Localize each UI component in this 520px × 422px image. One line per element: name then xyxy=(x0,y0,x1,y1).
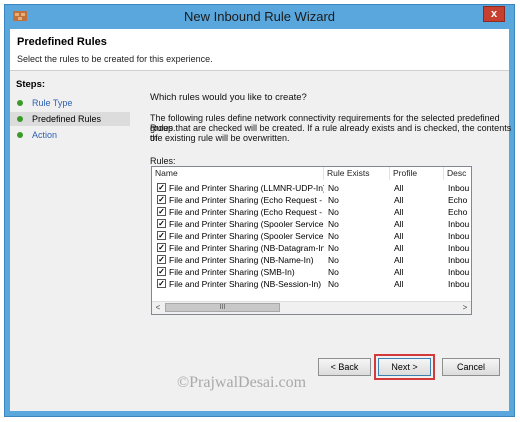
step-label: Rule Type xyxy=(32,98,73,108)
step-bullet-icon xyxy=(17,100,23,106)
steps-panel: Steps: Rule Type Predefined Rules Action xyxy=(10,71,130,411)
rule-name: File and Printer Sharing (NB-Datagram-In… xyxy=(169,243,324,253)
column-header-rule-exists[interactable]: Rule Exists xyxy=(324,167,390,180)
window-title: New Inbound Rule Wizard xyxy=(183,9,336,24)
rule-description: Inbou xyxy=(448,279,470,289)
rule-checkbox[interactable]: ✓ xyxy=(157,183,166,192)
rule-checkbox[interactable]: ✓ xyxy=(157,255,166,264)
next-button[interactable]: Next > xyxy=(378,358,431,376)
step-action[interactable]: Action xyxy=(10,128,130,142)
rule-profile: All xyxy=(394,219,404,229)
rule-exists: No xyxy=(328,219,339,229)
rule-exists: No xyxy=(328,231,339,241)
rule-exists: No xyxy=(328,195,339,205)
rule-profile: All xyxy=(394,279,404,289)
step-bullet-icon xyxy=(17,116,23,122)
table-row[interactable]: ✓ File and Printer Sharing (NB-Datagram-… xyxy=(152,242,471,254)
horizontal-scrollbar[interactable]: < III > xyxy=(152,301,471,314)
rule-checkbox[interactable]: ✓ xyxy=(157,243,166,252)
rule-profile: All xyxy=(394,231,404,241)
table-row[interactable]: ✓ File and Printer Sharing (Echo Request… xyxy=(152,206,471,218)
step-label: Action xyxy=(32,130,58,140)
table-row[interactable]: ✓ File and Printer Sharing (Spooler Serv… xyxy=(152,230,471,242)
rule-checkbox[interactable]: ✓ xyxy=(157,231,166,240)
wizard-window: New Inbound Rule Wizard x Predefined Rul… xyxy=(4,4,515,417)
column-header-profile[interactable]: Profile xyxy=(390,167,444,180)
rule-exists: No xyxy=(328,255,339,265)
table-row[interactable]: ✓ File and Printer Sharing (LLMNR-UDP-In… xyxy=(152,182,471,194)
step-predefined-rules[interactable]: Predefined Rules xyxy=(10,112,130,126)
cancel-button[interactable]: Cancel xyxy=(442,358,500,376)
steps-title: Steps: xyxy=(16,79,46,90)
rule-description: Echo xyxy=(448,195,468,205)
table-row[interactable]: ✓ File and Printer Sharing (Echo Request… xyxy=(152,194,471,206)
rule-exists: No xyxy=(328,243,339,253)
rule-name: File and Printer Sharing (LLMNR-UDP-In) xyxy=(169,183,324,193)
rule-exists: No xyxy=(328,279,339,289)
close-button[interactable]: x xyxy=(483,6,505,22)
rule-checkbox[interactable]: ✓ xyxy=(157,267,166,276)
rule-name: File and Printer Sharing (Spooler Servic… xyxy=(169,231,324,241)
scroll-left-icon[interactable]: < xyxy=(152,302,164,314)
rules-question: Which rules would you like to create? xyxy=(150,92,307,103)
page-header: Predefined Rules Select the rules to be … xyxy=(10,29,509,71)
page-subtitle: Select the rules to be created for this … xyxy=(17,54,213,64)
rule-name: File and Printer Sharing (Echo Request -… xyxy=(169,207,324,217)
rule-name: File and Printer Sharing (NB-Session-In) xyxy=(169,279,322,289)
rule-profile: All xyxy=(394,183,404,193)
rule-profile: All xyxy=(394,255,404,265)
title-bar[interactable]: New Inbound Rule Wizard x xyxy=(5,5,514,29)
scroll-right-icon[interactable]: > xyxy=(459,302,471,314)
rule-exists: No xyxy=(328,183,339,193)
rule-profile: All xyxy=(394,243,404,253)
rule-checkbox[interactable]: ✓ xyxy=(157,279,166,288)
rule-checkbox[interactable]: ✓ xyxy=(157,219,166,228)
rule-description: Inbou xyxy=(448,255,470,265)
rule-checkbox[interactable]: ✓ xyxy=(157,195,166,204)
rule-profile: All xyxy=(394,207,404,217)
rule-profile: All xyxy=(394,267,404,277)
rule-description: Inbou xyxy=(448,243,470,253)
description-line-3: the existing rule will be overwritten. xyxy=(150,133,290,143)
rule-description: Inbou xyxy=(448,231,470,241)
table-row[interactable]: ✓ File and Printer Sharing (NB-Session-I… xyxy=(152,278,471,290)
watermark: ©PrajwalDesai.com xyxy=(177,374,307,391)
column-header-name[interactable]: Name xyxy=(152,167,324,180)
rule-profile: All xyxy=(394,195,404,205)
rule-description: Inbou xyxy=(448,183,470,193)
scroll-thumb[interactable]: III xyxy=(165,303,280,312)
back-button[interactable]: < Back xyxy=(318,358,371,376)
rules-label: Rules: xyxy=(150,156,176,166)
table-row[interactable]: ✓ File and Printer Sharing (Spooler Serv… xyxy=(152,218,471,230)
column-header-description[interactable]: Desc xyxy=(444,167,471,180)
table-row[interactable]: ✓ File and Printer Sharing (NB-Name-In) … xyxy=(152,254,471,266)
rule-checkbox[interactable]: ✓ xyxy=(157,207,166,216)
rules-list[interactable]: Name Rule Exists Profile Desc ✓ File and… xyxy=(151,166,472,315)
rule-exists: No xyxy=(328,267,339,277)
step-rule-type[interactable]: Rule Type xyxy=(10,96,130,110)
table-row[interactable]: ✓ File and Printer Sharing (SMB-In) No A… xyxy=(152,266,471,278)
rule-name: File and Printer Sharing (NB-Name-In) xyxy=(169,255,314,265)
rule-description: Echo xyxy=(448,207,468,217)
rule-description: Inbou xyxy=(448,267,470,277)
rule-exists: No xyxy=(328,207,339,217)
rule-name: File and Printer Sharing (SMB-In) xyxy=(169,267,295,277)
page-title: Predefined Rules xyxy=(17,36,107,48)
rule-name: File and Printer Sharing (Echo Request -… xyxy=(169,195,324,205)
rule-name: File and Printer Sharing (Spooler Servic… xyxy=(169,219,324,229)
rule-description: Inbou xyxy=(448,219,470,229)
step-label: Predefined Rules xyxy=(32,114,102,124)
step-bullet-icon xyxy=(17,132,23,138)
